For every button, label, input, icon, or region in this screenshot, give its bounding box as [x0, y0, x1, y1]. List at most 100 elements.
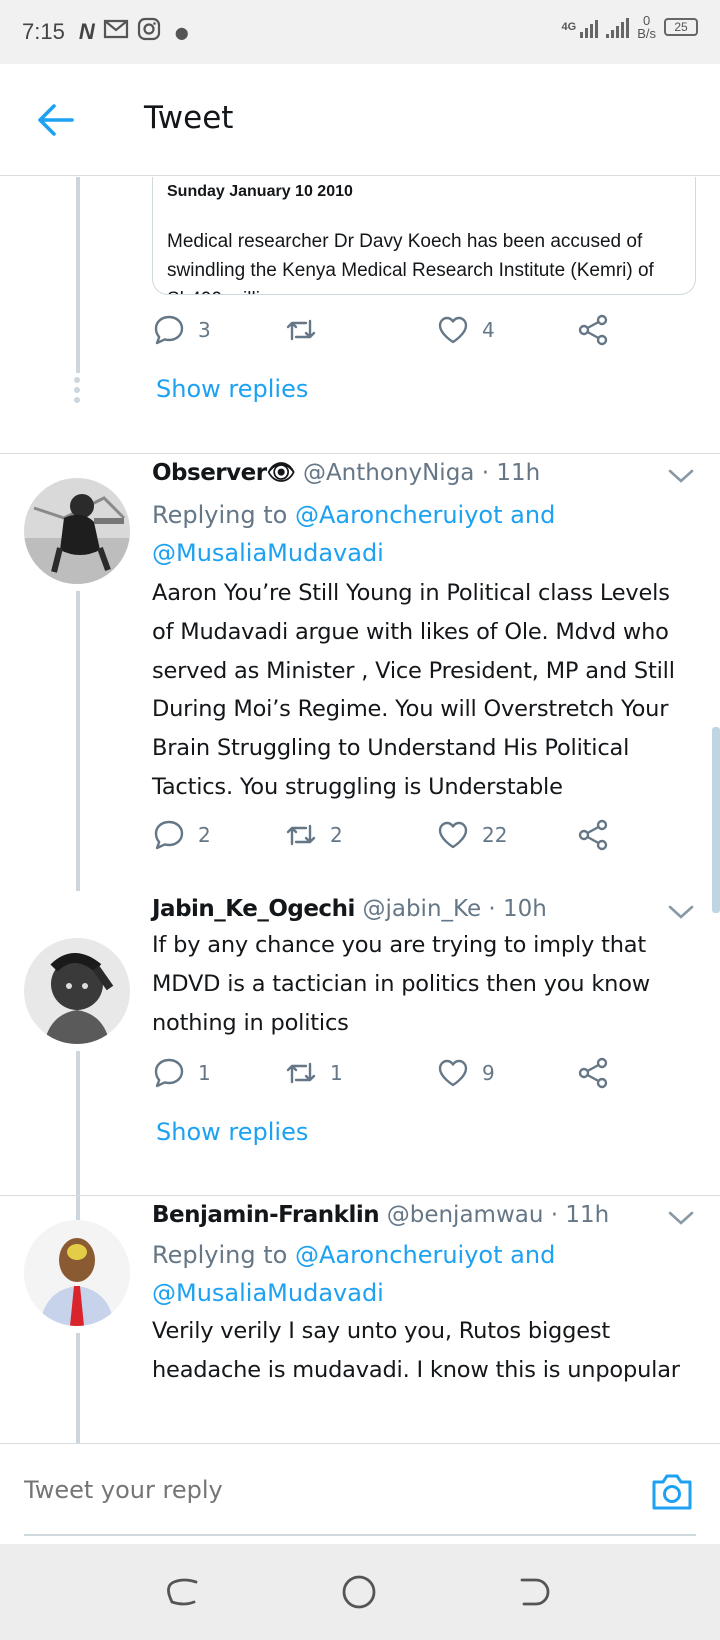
tweet-actions: 1 1 9	[152, 1053, 622, 1093]
quoted-body: Medical researcher Dr Davy Koech has bee…	[167, 231, 654, 294]
system-nav-bar	[0, 1544, 720, 1640]
avatar[interactable]	[24, 1220, 130, 1326]
show-replies-link[interactable]: Show replies	[156, 375, 308, 403]
mention-link[interactable]: @MusaliaMudavadi	[152, 1279, 384, 1307]
recent-apps-icon[interactable]	[166, 1574, 202, 1610]
reply-input[interactable]	[24, 1476, 584, 1504]
avatar[interactable]	[24, 938, 130, 1044]
battery-level: 25	[674, 20, 688, 34]
reply-count: 3	[198, 318, 211, 342]
tweet-handle: @AnthonyNiga · 11h	[302, 460, 541, 486]
tweet-body: Aaron You’re Still Young in Political cl…	[152, 580, 675, 800]
tweet-author-name[interactable]: Observer👁	[152, 460, 296, 486]
thread-line	[76, 1051, 80, 1239]
back-nav-icon[interactable]	[516, 1574, 552, 1610]
replying-prefix: Replying to	[152, 501, 295, 529]
like-button[interactable]: 4	[436, 310, 495, 350]
retweet-count: 1	[330, 1061, 343, 1085]
tweet-author-name[interactable]: Benjamin-Franklin	[152, 1202, 380, 1228]
share-button[interactable]	[576, 815, 610, 855]
tweet-handle: @benjamwau · 11h	[386, 1202, 610, 1228]
camera-icon[interactable]	[650, 1472, 694, 1512]
battery-icon: 25	[664, 18, 698, 36]
quoted-article-card[interactable]: Sunday January 10 2010 Medical researche…	[152, 177, 696, 295]
replying-to: Replying to @Aaroncheruiyot and @Musalia…	[152, 1236, 692, 1312]
reply-compose-bar	[0, 1443, 720, 1544]
share-icon	[578, 819, 608, 851]
data-speed: 0 B/s	[637, 14, 656, 40]
avatar[interactable]	[24, 478, 130, 584]
tweet-header: Benjamin-Franklin @benjamwau · 11h	[152, 1200, 672, 1228]
tweet-header: Observer👁 @AnthonyNiga · 11h	[152, 458, 672, 486]
retweet-button[interactable]: 1	[284, 1053, 343, 1093]
netflix-icon: N	[78, 19, 95, 44]
tweet-actions: 3 4	[152, 310, 622, 350]
share-button[interactable]	[576, 310, 610, 350]
chevron-down-icon[interactable]	[668, 468, 694, 484]
quoted-date: Sunday January 10 2010	[167, 183, 353, 200]
share-icon	[578, 1057, 608, 1089]
status-time: 7:15	[22, 19, 65, 44]
reply-count: 1	[198, 1061, 211, 1085]
replying-prefix: Replying to	[152, 1241, 295, 1269]
status-bar: 7:15 N ● 4G 0 B/s 25	[0, 0, 720, 64]
instagram-icon	[137, 17, 161, 47]
signal-icon-2	[606, 16, 630, 38]
reply-button[interactable]: 1	[152, 1053, 211, 1093]
heart-icon	[438, 1059, 468, 1087]
retweet-count: 2	[330, 823, 343, 847]
retweet-icon	[286, 824, 316, 846]
speed-unit: B/s	[637, 26, 656, 41]
share-icon	[578, 314, 608, 346]
thread-dots	[74, 377, 82, 403]
replying-and[interactable]: and	[503, 1241, 555, 1269]
replying-and[interactable]: and	[503, 501, 555, 529]
reply-button[interactable]: 2	[152, 815, 211, 855]
tweet-header: Jabin_Ke_Ogechi @jabin_Ke · 10h	[152, 894, 672, 922]
like-count: 4	[482, 318, 495, 342]
home-icon[interactable]	[341, 1574, 377, 1610]
like-button[interactable]: 22	[436, 815, 507, 855]
scrollbar-thumb[interactable]	[712, 727, 720, 913]
retweet-button[interactable]	[284, 310, 330, 350]
heart-icon	[438, 316, 468, 344]
arrow-left-icon[interactable]	[36, 102, 76, 138]
mention-link[interactable]: @Aaroncheruiyot	[295, 1241, 503, 1269]
replying-to: Replying to @Aaroncheruiyot and @Musalia…	[152, 496, 692, 572]
input-underline	[24, 1534, 696, 1536]
app-header: Tweet	[0, 64, 720, 176]
retweet-icon	[286, 1062, 316, 1084]
like-count: 9	[482, 1061, 495, 1085]
like-button[interactable]: 9	[436, 1053, 495, 1093]
mention-link[interactable]: @Aaroncheruiyot	[295, 501, 503, 529]
tweet-author-name[interactable]: Jabin_Ke_Ogechi	[152, 896, 355, 922]
gmail-icon	[103, 19, 129, 45]
retweet-icon	[286, 319, 316, 341]
thread-line	[76, 591, 80, 891]
like-count: 22	[482, 823, 508, 847]
heart-icon	[438, 821, 468, 849]
dot-icon: ●	[174, 22, 189, 42]
network-type: 4G	[561, 21, 577, 33]
tweet-handle: @jabin_Ke · 10h	[362, 896, 547, 922]
reply-icon	[154, 1058, 184, 1088]
tweet-body: If by any chance you are trying to imply…	[152, 932, 650, 1036]
tweet-actions: 2 2 22	[152, 815, 622, 855]
reply-feed[interactable]: Sunday January 10 2010 Medical researche…	[0, 177, 720, 1443]
chevron-down-icon[interactable]	[668, 904, 694, 920]
tweet-body: Verily verily I say unto you, Rutos bigg…	[152, 1318, 680, 1383]
reply-icon	[154, 315, 184, 345]
retweet-button[interactable]: 2	[284, 815, 343, 855]
mention-link[interactable]: @MusaliaMudavadi	[152, 539, 384, 567]
reply-button[interactable]: 3	[152, 310, 211, 350]
reply-icon	[154, 820, 184, 850]
signal-icon	[580, 16, 599, 38]
chevron-down-icon[interactable]	[668, 1210, 694, 1226]
share-button[interactable]	[576, 1053, 610, 1093]
page-title: Tweet	[144, 100, 234, 136]
thread-line	[76, 1333, 80, 1443]
divider	[0, 1195, 720, 1196]
show-replies-link[interactable]: Show replies	[156, 1118, 308, 1146]
status-right: 4G 0 B/s 25	[562, 14, 698, 40]
reply-count: 2	[198, 823, 211, 847]
